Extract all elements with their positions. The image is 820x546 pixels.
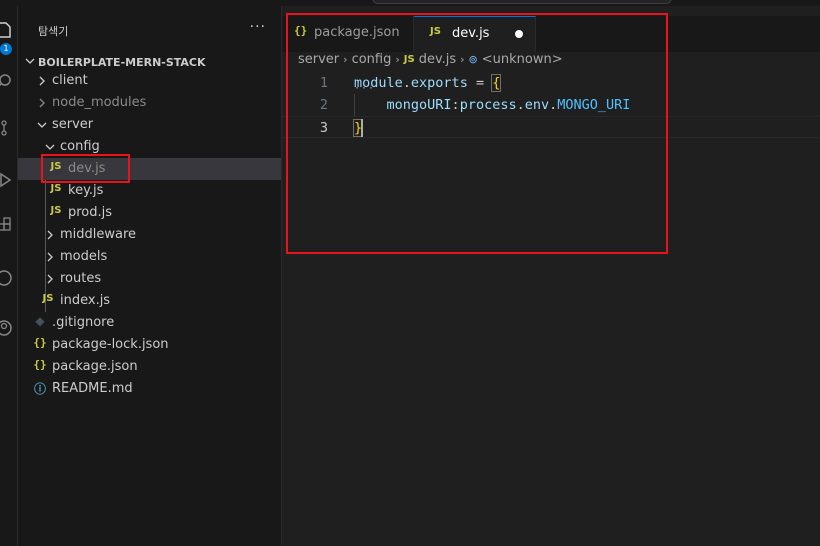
breadcrumb-item[interactable]: server xyxy=(298,52,339,67)
tree-item-key-js[interactable]: JS key.js xyxy=(18,180,281,202)
chevron-right-icon xyxy=(47,274,53,284)
tree-item-node-modules[interactable]: node_modules xyxy=(18,92,281,114)
js-file-icon: JS xyxy=(50,205,62,216)
tree-item-label: key.js xyxy=(68,183,104,198)
chevron-right-icon: › xyxy=(395,53,400,66)
code-text: mongoURI:process.env.MONGO_URI xyxy=(386,97,631,113)
tree-item-label: package-lock.json xyxy=(52,337,169,352)
tab-bar: {} package.json JS dev.js xyxy=(282,16,820,52)
chevron-down-icon xyxy=(25,58,35,64)
chevron-right-icon xyxy=(47,252,53,262)
tree-item-models[interactable]: models xyxy=(18,246,281,268)
tree-item-index-js[interactable]: JS index.js xyxy=(18,290,281,312)
ellipsis-hint: ··· xyxy=(354,83,376,94)
tree-item-config[interactable]: config xyxy=(18,136,281,158)
chevron-down-icon xyxy=(37,122,47,128)
json-file-icon: {} xyxy=(33,336,47,349)
tree-item-package-lock-json[interactable]: {} package-lock.json xyxy=(18,334,281,356)
explorer-title: 탐색기 xyxy=(38,25,69,38)
line-number: 3 xyxy=(319,120,328,136)
run-debug-icon[interactable] xyxy=(0,170,14,190)
explorer-sidebar: 탐색기 ··· BOILERPLATE-MERN-STACK client no… xyxy=(18,6,282,546)
tab-package-json[interactable]: {} package.json xyxy=(282,16,414,52)
tree-item-gitignore[interactable]: ◆ .gitignore xyxy=(18,312,281,334)
js-file-icon: JS xyxy=(403,54,415,65)
js-file-icon: JS xyxy=(42,293,54,304)
tree-item-dev-js[interactable]: JS dev.js xyxy=(18,158,281,180)
code-line-current[interactable]: 3 } xyxy=(282,116,820,138)
breadcrumb-item[interactable]: <unknown> xyxy=(482,52,563,67)
line-number: 2 xyxy=(319,97,328,113)
js-file-icon: JS xyxy=(50,183,62,194)
tree-item-label: routes xyxy=(60,271,102,286)
tree-item-label: index.js xyxy=(60,293,111,308)
breadcrumb-item[interactable]: dev.js xyxy=(419,52,456,67)
code-editor[interactable]: 1 module.exports = { ··· 2 mongoURI:proc… xyxy=(282,72,820,138)
git-file-icon: ◆ xyxy=(35,314,45,328)
breadcrumb-item[interactable]: config xyxy=(352,52,392,67)
code-line[interactable]: 1 module.exports = { ··· xyxy=(282,72,820,94)
unsaved-dot-icon[interactable] xyxy=(515,30,523,38)
tab-label: package.json xyxy=(314,25,400,40)
project-name: BOILERPLATE-MERN-STACK xyxy=(38,56,206,69)
js-file-icon: JS xyxy=(50,161,62,172)
tree-item-label: node_modules xyxy=(52,95,147,110)
tree-item-server[interactable]: server xyxy=(18,114,281,136)
line-number: 1 xyxy=(319,75,328,91)
account-icon[interactable] xyxy=(0,318,14,338)
tree-item-label: README.md xyxy=(52,381,133,396)
info-file-icon: ⓘ xyxy=(33,382,46,396)
tree-item-package-json[interactable]: {} package.json xyxy=(18,356,281,378)
code-line[interactable]: 2 mongoURI:process.env.MONGO_URI xyxy=(282,94,820,116)
explorer-header: 탐색기 ··· xyxy=(18,18,282,42)
remote-icon[interactable] xyxy=(0,268,14,288)
tab-label: dev.js xyxy=(452,26,490,41)
more-actions-button[interactable]: ··· xyxy=(250,19,266,35)
command-center[interactable] xyxy=(372,0,672,4)
tree-item-label: config xyxy=(60,139,100,154)
tree-item-label: server xyxy=(52,117,94,132)
files-icon[interactable] xyxy=(0,20,14,40)
json-file-icon: {} xyxy=(294,24,308,37)
tree-item-label: dev.js xyxy=(68,161,106,176)
tree-item-label: prod.js xyxy=(68,205,113,220)
symbol-variable-icon: ⊚ xyxy=(468,53,478,66)
tree-item-label: .gitignore xyxy=(52,315,115,330)
tree-item-client[interactable]: client xyxy=(18,70,281,92)
chevron-right-icon xyxy=(39,98,45,108)
tree-item-label: models xyxy=(60,249,108,264)
text-cursor xyxy=(361,119,363,137)
chevron-right-icon: › xyxy=(460,53,465,66)
tab-dev-js[interactable]: JS dev.js xyxy=(414,16,536,52)
chevron-right-icon xyxy=(47,230,53,240)
chevron-down-icon xyxy=(45,144,55,150)
source-control-icon[interactable] xyxy=(0,118,14,138)
tree-item-label: package.json xyxy=(52,359,138,374)
activity-bar: 1 xyxy=(0,6,18,546)
code-text: module.exports = { xyxy=(354,74,502,92)
chevron-right-icon: › xyxy=(343,53,348,66)
json-file-icon: {} xyxy=(33,358,47,371)
search-icon[interactable] xyxy=(0,72,14,92)
tree-item-prod-js[interactable]: JS prod.js xyxy=(18,202,281,224)
files-badge: 1 xyxy=(0,43,12,55)
tree-item-label: client xyxy=(52,73,88,88)
editor-area: {} package.json JS dev.js server › config ›… xyxy=(282,6,820,546)
file-tree: client node_modules server config JS dev… xyxy=(18,70,282,400)
tree-item-readme-md[interactable]: ⓘ README.md xyxy=(18,378,281,400)
extensions-icon[interactable] xyxy=(0,216,14,236)
tree-item-routes[interactable]: routes xyxy=(18,268,281,290)
chevron-right-icon xyxy=(39,76,45,86)
tree-item-middleware[interactable]: middleware xyxy=(18,224,281,246)
tree-item-label: middleware xyxy=(60,227,137,242)
js-file-icon: JS xyxy=(430,26,441,37)
breadcrumb: server › config › JS dev.js › ⊚ <unknown> xyxy=(298,52,563,74)
